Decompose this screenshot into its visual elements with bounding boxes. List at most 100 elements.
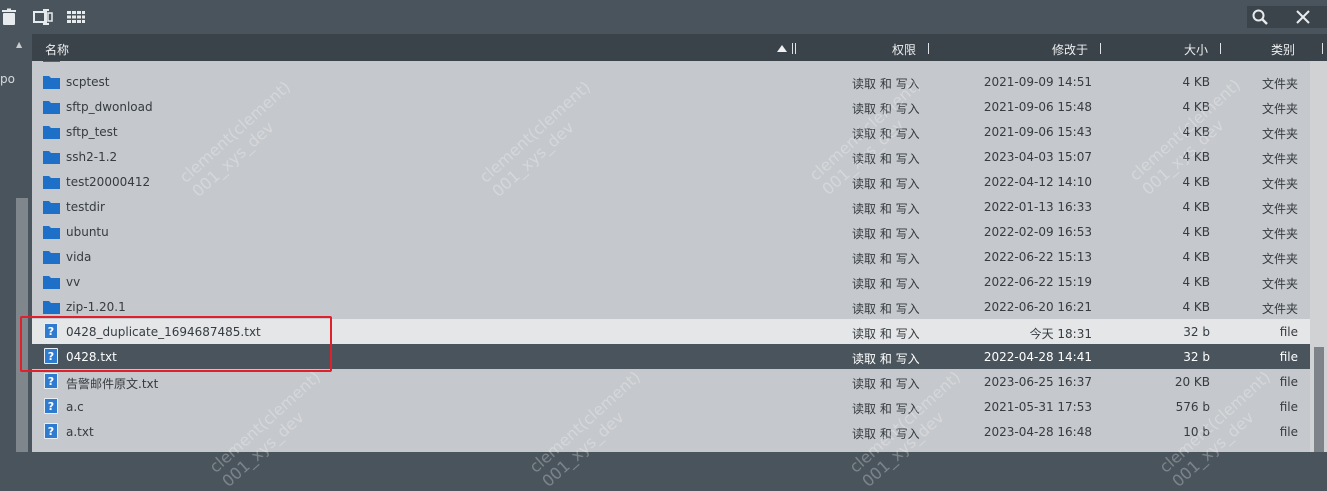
file-modified: 2023-04-28 16:48 [983,425,1092,439]
folder-icon [43,226,60,239]
unknown-file-icon: ? [44,323,58,339]
file-permissions: 读取 和 写入 [852,77,920,91]
file-permissions: 读取 和 写入 [852,302,920,316]
list-item[interactable]: ? a.txt 读取 和 写入 2023-04-28 16:48 10 b file [32,419,1310,444]
file-permissions: 读取 和 写入 [852,102,920,116]
list-item[interactable]: ssh2-1.2 读取 和 写入 2023-04-03 15:07 4 KB 文件夹 [32,144,1310,169]
file-permissions: 读取 和 写入 [852,177,920,191]
file-size: 4 KB [1182,100,1210,114]
file-permissions: 读取 和 写入 [852,402,920,416]
list-item[interactable]: test20000412 读取 和 写入 2022-04-12 14:10 4 KB 文… [32,169,1310,194]
file-type: 文件夹 [1261,302,1298,316]
file-size: 576 b [1175,400,1210,414]
folder-icon [43,176,60,189]
unknown-file-icon: ? [44,348,58,364]
file-permissions: 读取 和 写入 [852,152,920,166]
file-name: vv [66,275,81,289]
file-name: scptest [66,75,110,89]
file-name: vida [66,250,92,264]
file-name: zip-1.20.1 [66,300,126,314]
file-type: 文件夹 [1261,227,1298,241]
file-list: scptest 读取 和 写入 2021-09-09 14:51 4 KB 文件夹 sft… [32,61,1310,452]
file-name: ubuntu [66,225,109,239]
file-type: file [1279,425,1298,439]
file-modified: 2021-09-06 15:43 [983,125,1092,139]
list-item[interactable]: ? a.c 读取 和 写入 2021-05-31 17:53 576 b file [32,394,1310,419]
column-size[interactable]: 大小 [1184,41,1208,58]
file-name: sftp_dwonload [66,100,153,114]
file-size: 4 KB [1182,225,1210,239]
file-modified: 2022-04-12 14:10 [983,175,1092,189]
file-type: 文件夹 [1261,102,1298,116]
list-item[interactable]: testdir 读取 和 写入 2022-01-13 16:33 4 KB 文件夹 [32,194,1310,219]
file-permissions: 读取 和 写入 [852,127,920,141]
folder-icon [43,251,60,264]
file-list-scrollbar-thumb[interactable] [1314,347,1324,452]
folder-icon [43,101,60,114]
file-size: 32 b [1183,350,1210,364]
folder-icon [43,151,60,164]
file-permissions: 读取 和 写入 [852,327,920,341]
list-item[interactable]: vida 读取 和 写入 2022-06-22 15:13 4 KB 文件夹 [32,244,1310,269]
list-item[interactable]: sftp_dwonload 读取 和 写入 2021-09-06 15:48 4 KB… [32,94,1310,119]
file-modified: 2022-06-20 16:21 [983,300,1092,314]
column-type[interactable]: 类别 [1271,41,1295,58]
file-size: 4 KB [1182,150,1210,164]
file-type: 文件夹 [1261,177,1298,191]
column-modified[interactable]: 修改于 [1052,41,1088,58]
toolbar [0,0,1327,34]
list-item[interactable]: ? 0428.txt 读取 和 写入 2022-04-28 14:41 32 b file [32,344,1310,369]
file-modified: 2022-02-09 16:53 [983,225,1092,239]
close-icon[interactable] [1296,10,1310,24]
file-permissions: 读取 和 写入 [852,252,920,266]
folder-icon [43,61,60,62]
file-type: file [1279,350,1298,364]
search-box[interactable] [1247,6,1327,28]
column-header: 名称 权限 修改于 大小 类别 [32,34,1327,61]
folder-icon [43,201,60,214]
search-icon[interactable] [1252,9,1268,25]
left-panel-scrollbar[interactable] [16,198,28,452]
folder-icon [43,76,60,89]
column-name[interactable]: 名称 [45,41,69,58]
file-modified: 今天 18:31 [1029,327,1092,341]
file-type: 文件夹 [1261,77,1298,91]
file-modified: 2022-06-22 15:13 [983,250,1092,264]
file-size: 4 KB [1182,300,1210,314]
file-name: test20000412 [66,175,151,189]
file-permissions: 读取 和 写入 [852,427,920,441]
list-item[interactable]: ? 0428_duplicate_1694687485.txt 读取 和 写入 今天 … [32,319,1310,344]
file-permissions: 读取 和 写入 [852,202,920,216]
trash-icon[interactable] [0,8,18,26]
file-modified: 2023-04-03 15:07 [983,150,1092,164]
file-name: testdir [66,200,105,214]
list-item[interactable]: ubuntu 读取 和 写入 2022-02-09 16:53 4 KB 文件夹 [32,219,1310,244]
file-size: 4 KB [1182,125,1210,139]
folder-icon [43,301,60,314]
file-size: 4 KB [1182,75,1210,89]
list-item[interactable]: zip-1.20.1 读取 和 写入 2022-06-20 16:21 4 KB 文件夹 [32,294,1310,319]
folder-icon [43,276,60,289]
list-item[interactable]: scptest 读取 和 写入 2021-09-09 14:51 4 KB 文件夹 [32,69,1310,94]
list-item[interactable]: vv 读取 和 写入 2022-06-22 15:19 4 KB 文件夹 [32,269,1310,294]
file-type: file [1279,375,1298,389]
sort-ascending-icon[interactable] [777,45,787,52]
file-size: 4 KB [1182,175,1210,189]
file-modified: 2022-06-22 15:19 [983,275,1092,289]
list-item[interactable]: ? 告警邮件原文.txt 读取 和 写入 2023-06-25 16:37 20 KB f… [32,369,1310,394]
list-item[interactable] [32,61,1310,67]
scroll-up-arrow-icon[interactable]: ▲ [16,40,26,49]
grid-view-icon[interactable] [67,8,85,26]
rename-icon[interactable] [33,8,53,26]
file-modified: 2021-09-06 15:48 [983,100,1092,114]
file-modified: 2021-05-31 17:53 [983,400,1092,414]
folder-icon [43,126,60,139]
file-permissions: 读取 和 写入 [852,352,920,366]
column-permissions[interactable]: 权限 [892,41,916,58]
file-size: 32 b [1183,325,1210,339]
file-name: a.txt [66,425,94,439]
file-name: 告警邮件原文.txt [66,377,159,391]
file-size: 10 b [1183,425,1210,439]
file-type: file [1279,325,1298,339]
list-item[interactable]: sftp_test 读取 和 写入 2021-09-06 15:43 4 KB 文件夹 [32,119,1310,144]
